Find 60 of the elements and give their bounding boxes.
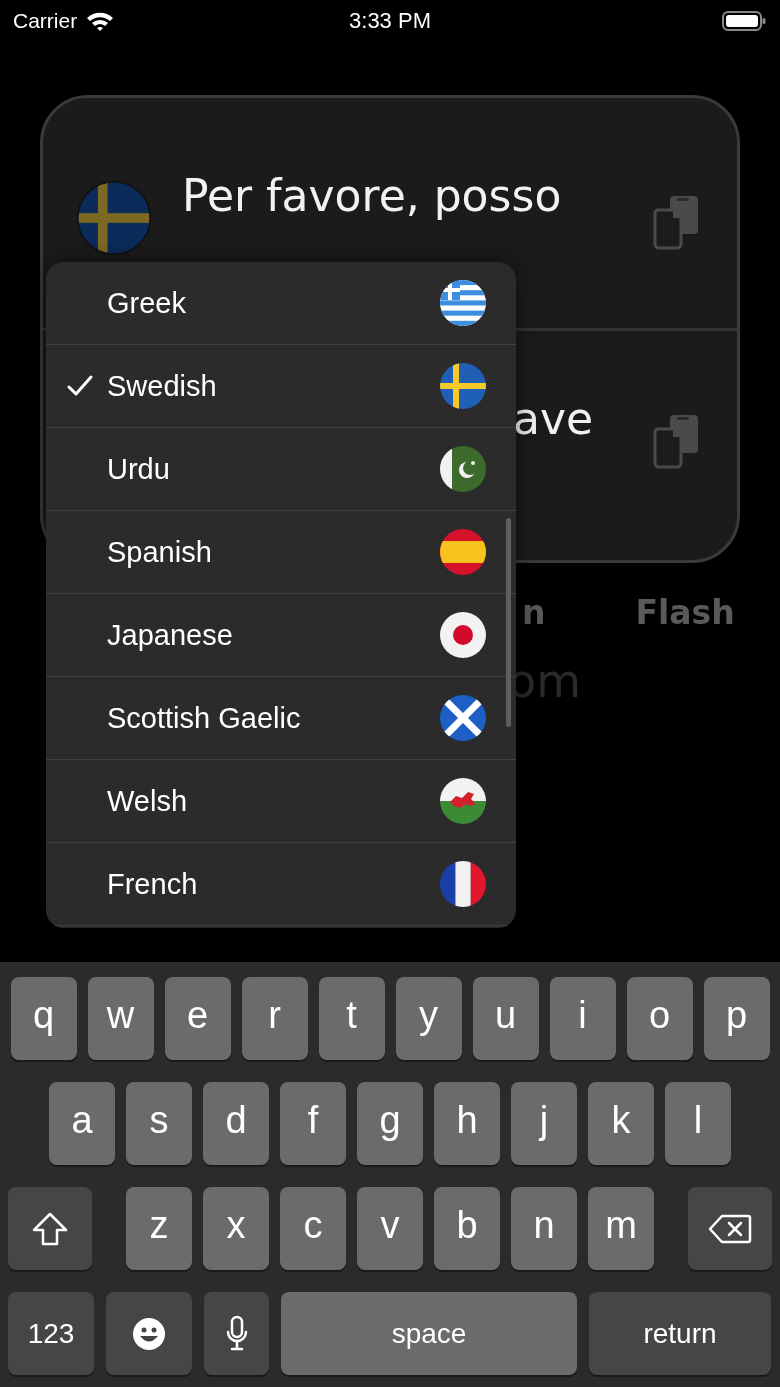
space-key[interactable]: space [281, 1292, 577, 1375]
dictation-key[interactable] [204, 1292, 269, 1375]
key[interactable]: t [318, 977, 385, 1060]
language-option[interactable]: Welsh [46, 760, 516, 843]
key[interactable]: o [626, 977, 693, 1060]
status-time: 3:33 PM [349, 8, 431, 34]
mode-tab[interactable]: n [522, 593, 546, 632]
key[interactable]: w [87, 977, 154, 1060]
key[interactable]: c [280, 1187, 346, 1270]
scottish-flag-icon [440, 695, 486, 741]
key[interactable]: y [395, 977, 462, 1060]
japanese-flag-icon [440, 612, 486, 658]
mode-tab[interactable]: Flash [635, 593, 735, 632]
key[interactable]: i [549, 977, 616, 1060]
translation-text: ave [513, 392, 594, 446]
spanish-flag-icon [440, 529, 486, 575]
key[interactable]: q [10, 977, 77, 1060]
shift-icon [31, 1211, 69, 1246]
key[interactable]: r [241, 977, 308, 1060]
checkmark-icon [67, 375, 93, 397]
key[interactable]: k [588, 1082, 654, 1165]
backspace-icon [708, 1213, 752, 1244]
delete-key[interactable] [688, 1187, 772, 1270]
emoji-key[interactable] [106, 1292, 192, 1375]
key[interactable]: b [434, 1187, 500, 1270]
scrollbar[interactable] [506, 518, 511, 727]
language-option[interactable]: Urdu [46, 428, 516, 511]
key[interactable]: z [126, 1187, 192, 1270]
key[interactable]: u [472, 977, 539, 1060]
shift-key[interactable] [8, 1187, 92, 1270]
welsh-flag-icon [440, 778, 486, 824]
source-text: Per favore, posso [182, 169, 563, 223]
key[interactable]: f [280, 1082, 346, 1165]
key[interactable]: x [203, 1187, 269, 1270]
swedish-flag-icon [440, 363, 486, 409]
key[interactable]: a [49, 1082, 115, 1165]
pakistani-flag-icon [440, 446, 486, 492]
french-flag-icon [440, 861, 486, 907]
language-option[interactable]: Swedish [46, 345, 516, 428]
key[interactable]: s [126, 1082, 192, 1165]
microphone-icon [224, 1314, 249, 1353]
wifi-icon [85, 10, 116, 32]
greek-flag-icon [440, 280, 486, 326]
return-key[interactable]: return [589, 1292, 771, 1375]
key[interactable]: h [434, 1082, 500, 1165]
key[interactable]: v [357, 1187, 423, 1270]
key[interactable]: e [164, 977, 231, 1060]
numbers-key[interactable]: 123 [8, 1292, 94, 1375]
key[interactable]: l [665, 1082, 731, 1165]
key[interactable]: m [588, 1187, 654, 1270]
key[interactable]: d [203, 1082, 269, 1165]
key[interactable]: n [511, 1187, 577, 1270]
language-option[interactable]: Greek [46, 262, 516, 345]
key[interactable]: j [511, 1082, 577, 1165]
emoji-icon [132, 1316, 166, 1351]
key[interactable]: p [703, 977, 770, 1060]
key[interactable]: g [357, 1082, 423, 1165]
language-option[interactable]: French [46, 843, 516, 926]
carrier-label: Carrier [13, 9, 78, 33]
battery-icon [722, 10, 766, 32]
